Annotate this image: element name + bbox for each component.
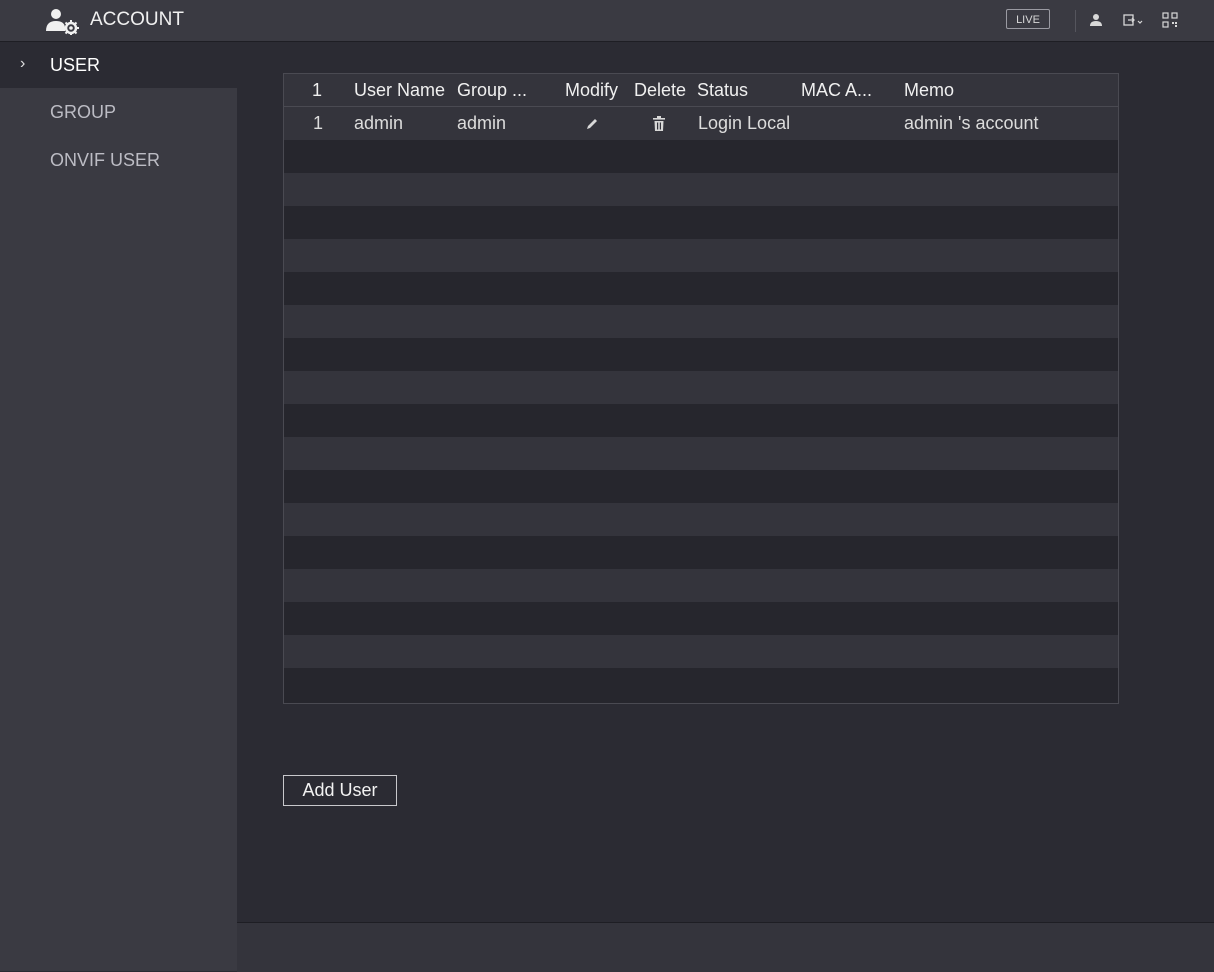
sidebar-item-label: USER: [50, 55, 101, 75]
sidebar-item-label: ONVIF USER: [50, 150, 161, 170]
cell-user-name: admin: [354, 113, 404, 133]
sidebar-item-label: GROUP: [50, 102, 117, 122]
table-row[interactable]: 1 admin admin Login Local admin 's accou…: [284, 107, 1118, 140]
user-table: 1 User Name Group ... Modify Delete Stat…: [283, 73, 1119, 704]
qr-code-icon[interactable]: [1162, 12, 1178, 28]
sidebar-item-group[interactable]: GROUP: [0, 89, 237, 135]
cell-memo: admin 's account: [904, 113, 1039, 133]
trash-icon[interactable]: [652, 116, 666, 132]
table-row: [284, 206, 1118, 239]
column-header-group[interactable]: Group ...: [457, 80, 527, 101]
add-user-button[interactable]: Add User: [283, 775, 397, 806]
toolbar-divider: [1075, 10, 1076, 32]
chevron-right-icon: ›: [20, 55, 26, 72]
user-icon[interactable]: [1088, 12, 1104, 28]
column-header-modify[interactable]: Modify: [565, 80, 618, 101]
top-bar: ACCOUNT LIVE: [0, 0, 1214, 42]
table-row: [284, 239, 1118, 272]
column-header-status[interactable]: Status: [697, 80, 748, 101]
sidebar: › USER GROUP ONVIF USER: [0, 42, 237, 971]
table-row: [284, 404, 1118, 437]
page-title: ACCOUNT: [90, 9, 184, 30]
cell-index: 1: [313, 113, 324, 133]
table-row: [284, 338, 1118, 371]
table-row: [284, 503, 1118, 536]
pencil-icon[interactable]: [584, 116, 600, 132]
table-row: [284, 569, 1118, 602]
table-row: [284, 272, 1118, 305]
sidebar-item-onvif-user[interactable]: ONVIF USER: [0, 137, 237, 183]
table-row: [284, 536, 1118, 569]
bottom-bar: [237, 922, 1214, 972]
logout-icon[interactable]: [1122, 12, 1144, 28]
column-header-user-name[interactable]: User Name: [354, 80, 445, 101]
column-header-memo[interactable]: Memo: [904, 80, 954, 101]
table-row: [284, 140, 1118, 173]
table-row: [284, 173, 1118, 206]
account-settings-icon: [46, 9, 79, 35]
column-header-delete[interactable]: Delete: [634, 80, 686, 101]
table-row: [284, 470, 1118, 503]
cell-group: admin: [457, 113, 507, 133]
table-row: [284, 602, 1118, 635]
cell-status: Login Local: [698, 113, 791, 133]
table-row: [284, 635, 1118, 668]
column-header-index[interactable]: 1: [312, 80, 322, 101]
sidebar-item-user[interactable]: › USER: [0, 42, 237, 88]
table-row: [284, 371, 1118, 404]
table-row: [284, 305, 1118, 338]
table-row: [284, 668, 1118, 703]
column-header-mac[interactable]: MAC A...: [801, 80, 872, 101]
live-button[interactable]: LIVE: [1006, 9, 1050, 29]
table-header: 1 User Name Group ... Modify Delete Stat…: [284, 74, 1118, 107]
table-row: [284, 437, 1118, 470]
